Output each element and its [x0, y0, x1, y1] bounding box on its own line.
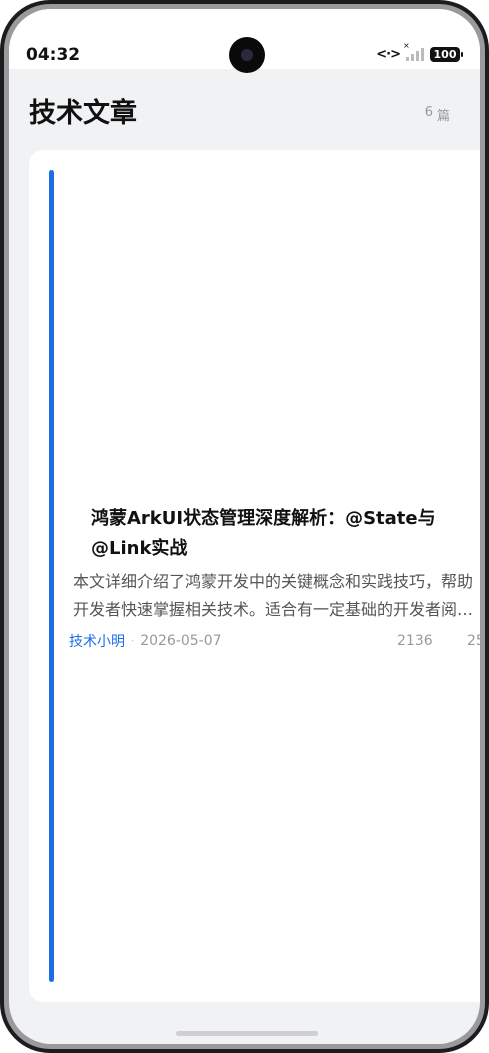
article-summary: 本文详细介绍了鸿蒙开发中的关键概念和实践技巧，帮助开发者快速掌握相关技术。适合有…: [73, 572, 474, 619]
home-indicator[interactable]: [176, 1031, 318, 1036]
signal-icon: ×: [403, 41, 424, 61]
article-views: 2136: [397, 633, 433, 649]
article-author[interactable]: 技术小明: [69, 631, 125, 651]
article-count: 6 篇: [425, 105, 450, 124]
page-title: 技术文章: [29, 98, 137, 129]
article-likes: 25: [467, 633, 480, 649]
status-icons: <·> × 100: [376, 41, 463, 63]
status-bar: 04:32 <·> × 100: [9, 9, 480, 73]
page-header: 技术文章 6 篇: [9, 69, 480, 149]
article-date: 2026-05-07: [140, 633, 222, 649]
article-count-number: 6: [424, 105, 433, 120]
article-count-unit: 篇: [436, 109, 450, 124]
status-time: 04:32: [26, 45, 81, 65]
article-card[interactable]: 鸿蒙ArkUI状态管理深度解析：@State与@Link实战 本文详细介绍了鸿蒙…: [29, 150, 480, 1002]
front-camera-icon: [229, 37, 265, 73]
article-title: 鸿蒙ArkUI状态管理深度解析：@State与@Link实战: [91, 508, 436, 559]
screen: 04:32 <·> × 100 技术文章 6 篇 鸿蒙ArkUI状态管理深度解析…: [9, 9, 480, 1044]
device-frame: 04:32 <·> × 100 技术文章 6 篇 鸿蒙ArkUI状态管理深度解析…: [0, 0, 489, 1053]
meta-separator: ·: [131, 635, 135, 647]
battery-icon: 100: [430, 46, 463, 62]
article-meta: 技术小明 · 2026-05-07 2136 25: [69, 630, 480, 652]
developer-mode-icon: <·>: [376, 46, 401, 62]
card-accent-bar: [49, 170, 54, 982]
